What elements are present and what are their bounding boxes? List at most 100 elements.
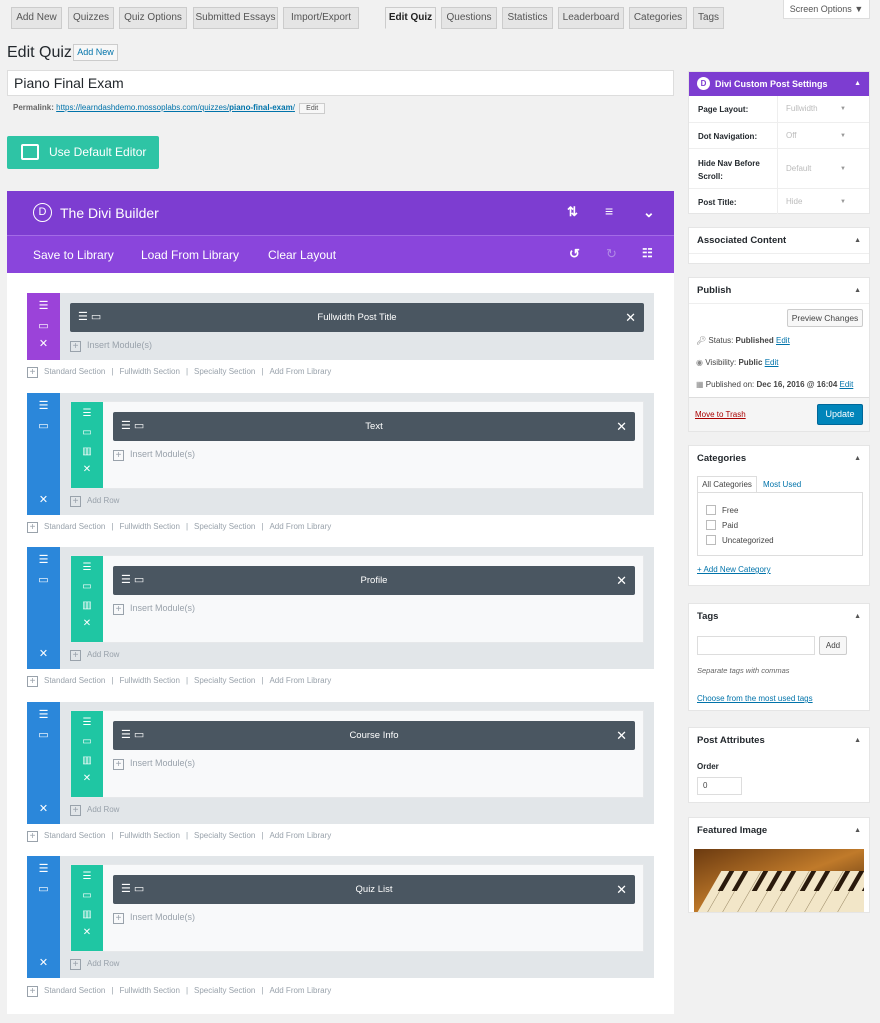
post-attributes-header[interactable]: Post Attributes ▲ <box>689 728 869 754</box>
published-edit-link[interactable]: Edit <box>840 380 854 389</box>
standard-section-link[interactable]: Standard Section <box>44 986 105 995</box>
move-to-trash-link[interactable]: Move to Trash <box>695 410 746 419</box>
tab-leaderboard[interactable]: Leaderboard <box>558 7 624 29</box>
featured-image-header[interactable]: Featured Image ▲ <box>689 818 869 844</box>
add-from-library-link[interactable]: Add From Library <box>269 367 331 376</box>
categories-header[interactable]: Categories ▲ <box>689 446 869 472</box>
dot-navigation-select[interactable]: Off ▼ <box>777 123 862 148</box>
divi-settings-header[interactable]: D Divi Custom Post Settings ▲ <box>689 72 869 96</box>
settings-icon[interactable]: ▭ <box>27 728 60 741</box>
move-icon[interactable]: ☰ <box>71 717 103 728</box>
row-handle[interactable]: ☰ ▭ ▥ ✕ <box>71 711 103 797</box>
specialty-section-link[interactable]: Specialty Section <box>194 522 255 531</box>
specialty-section-link[interactable]: Specialty Section <box>194 676 255 685</box>
close-icon[interactable]: ✕ <box>616 412 627 441</box>
clear-layout-button[interactable]: Clear Layout <box>268 248 336 262</box>
settings-icon[interactable]: ▭ <box>27 319 60 332</box>
fullwidth-section-link[interactable]: Fullwidth Section <box>119 831 179 840</box>
checkbox[interactable] <box>706 535 716 545</box>
standard-section-link[interactable]: Standard Section <box>44 367 105 376</box>
order-input[interactable]: 0 <box>697 777 742 795</box>
checkbox[interactable] <box>706 520 716 530</box>
standard-section-link[interactable]: Standard Section <box>44 522 105 531</box>
move-icon[interactable]: ☰ <box>27 553 60 566</box>
close-icon[interactable]: ✕ <box>27 647 60 660</box>
fullwidth-section-link[interactable]: Fullwidth Section <box>119 676 179 685</box>
history-icon[interactable]: ☷ <box>642 246 653 260</box>
row-handle[interactable]: ☰ ▭ ▥ ✕ <box>71 402 103 488</box>
close-icon[interactable]: ✕ <box>616 566 627 595</box>
tab-questions[interactable]: Questions <box>441 7 497 29</box>
tab-submitted-essays[interactable]: Submitted Essays <box>193 7 278 29</box>
featured-image[interactable] <box>694 849 864 912</box>
tab-import-export[interactable]: Import/Export <box>283 7 359 29</box>
category-item[interactable]: Free <box>706 505 738 515</box>
insert-modules-button[interactable]: + Insert Module(s) <box>113 603 195 615</box>
specialty-section-link[interactable]: Specialty Section <box>194 986 255 995</box>
columns-icon[interactable]: ▥ <box>71 446 103 457</box>
collapse-icon[interactable]: ▲ <box>854 604 861 630</box>
hide-nav-select[interactable]: Default ▼ <box>777 149 862 188</box>
tags-header[interactable]: Tags ▲ <box>689 604 869 630</box>
undo-icon[interactable]: ↺ <box>569 246 580 262</box>
category-item[interactable]: Paid <box>706 520 738 530</box>
module-handle-icon[interactable]: ☰ ▭ <box>121 412 144 441</box>
module-handle-icon[interactable]: ☰ ▭ <box>78 303 101 332</box>
tab-all-categories[interactable]: All Categories <box>697 476 757 493</box>
section-handle[interactable]: ☰ ▭ ✕ <box>27 702 60 824</box>
tab-tags[interactable]: Tags <box>693 7 724 29</box>
close-icon[interactable]: ✕ <box>71 927 103 938</box>
tab-most-used[interactable]: Most Used <box>763 480 801 489</box>
associated-content-header[interactable]: Associated Content ▲ <box>689 228 869 254</box>
fullwidth-section-link[interactable]: Fullwidth Section <box>119 986 179 995</box>
insert-modules-button[interactable]: + Insert Module(s) <box>113 758 195 770</box>
move-icon[interactable]: ☰ <box>27 399 60 412</box>
load-from-library-button[interactable]: Load From Library <box>141 248 239 262</box>
add-from-library-link[interactable]: Add From Library <box>269 676 331 685</box>
use-default-editor-button[interactable]: Use Default Editor <box>7 136 159 169</box>
add-tag-button[interactable]: Add <box>819 636 847 655</box>
close-icon[interactable]: ✕ <box>27 956 60 969</box>
add-row-button[interactable]: + Add Row <box>70 805 119 816</box>
module-handle-icon[interactable]: ☰ ▭ <box>121 721 144 750</box>
redo-icon[interactable]: ↻ <box>606 246 617 262</box>
row-handle[interactable]: ☰ ▭ ▥ ✕ <box>71 556 103 642</box>
move-icon[interactable]: ☰ <box>27 708 60 721</box>
move-icon[interactable]: ☰ <box>27 299 60 312</box>
add-row-button[interactable]: + Add Row <box>70 496 119 507</box>
close-icon[interactable]: ✕ <box>625 303 636 332</box>
permalink-edit-button[interactable]: Edit <box>299 103 326 114</box>
screen-options-button[interactable]: Screen Options ▼ <box>783 0 870 19</box>
settings-icon[interactable]: ▭ <box>71 736 103 747</box>
insert-modules-button[interactable]: + Insert Module(s) <box>70 340 152 352</box>
chevron-down-icon[interactable]: ⌄ <box>643 204 655 221</box>
module-handle-icon[interactable]: ☰ ▭ <box>121 566 144 595</box>
settings-icon[interactable]: ▭ <box>71 427 103 438</box>
module[interactable]: ☰ ▭ Course Info ✕ <box>113 721 635 750</box>
tab-edit-quiz[interactable]: Edit Quiz <box>385 7 436 29</box>
tags-input[interactable] <box>697 636 815 655</box>
add-new-button[interactable]: Add New <box>73 44 118 61</box>
update-button[interactable]: Update <box>817 404 863 425</box>
standard-section-link[interactable]: Standard Section <box>44 831 105 840</box>
section-handle[interactable]: ☰ ▭ ✕ <box>27 547 60 669</box>
fullwidth-section-link[interactable]: Fullwidth Section <box>119 367 179 376</box>
post-title-select[interactable]: Hide ▼ <box>777 189 862 214</box>
move-icon[interactable]: ☰ <box>27 862 60 875</box>
tab-add-new[interactable]: Add New <box>11 7 62 29</box>
columns-icon[interactable]: ▥ <box>71 600 103 611</box>
add-row-button[interactable]: + Add Row <box>70 959 119 970</box>
menu-icon[interactable]: ≡ <box>605 203 613 219</box>
fullwidth-section-link[interactable]: Fullwidth Section <box>119 522 179 531</box>
settings-icon[interactable]: ▭ <box>71 890 103 901</box>
tab-quizzes[interactable]: Quizzes <box>68 7 114 29</box>
sort-icon[interactable]: ⇅ <box>567 204 578 220</box>
settings-icon[interactable]: ▭ <box>27 882 60 895</box>
close-icon[interactable]: ✕ <box>616 875 627 904</box>
permalink-link[interactable]: https://learndashdemo.mossoplabs.com/qui… <box>56 103 295 112</box>
settings-icon[interactable]: ▭ <box>27 573 60 586</box>
module[interactable]: ☰ ▭ Profile ✕ <box>113 566 635 595</box>
close-icon[interactable]: ✕ <box>71 464 103 475</box>
add-new-category-link[interactable]: + Add New Category <box>697 565 771 574</box>
title-input[interactable]: Piano Final Exam <box>7 70 674 96</box>
